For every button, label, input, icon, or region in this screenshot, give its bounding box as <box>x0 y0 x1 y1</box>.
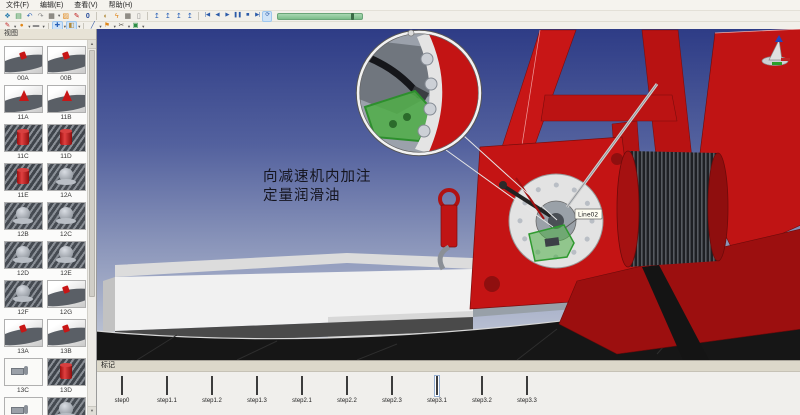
part-label-text: Line02 <box>578 212 598 219</box>
magnifier-handle-knob <box>408 30 414 36</box>
step-thumb-step1-2[interactable]: step1.2 <box>193 375 231 405</box>
view-thumb-11D[interactable]: 11D <box>45 124 87 158</box>
export-3-icon[interactable]: ↥ <box>174 12 183 21</box>
view-thumb-13D[interactable]: 13D <box>45 358 87 392</box>
viewport-3d[interactable]: 向减速机内加注 定量润滑油 <box>97 29 800 360</box>
view-thumb-00A[interactable]: 00A <box>2 46 44 80</box>
annotate-icon[interactable]: ✎ <box>72 12 81 21</box>
doc-icon[interactable]: ▯ <box>134 12 143 21</box>
main-area: 视图 00A 00B 11A 11B 11C 11D 11E 12A 12B 1… <box>0 29 800 415</box>
view-thumb-13A[interactable]: 13A <box>2 319 44 353</box>
magnifier-callout[interactable] <box>356 30 481 156</box>
annotation-line-2: 定量润滑油 <box>263 187 341 204</box>
toolbar-separator <box>96 12 97 20</box>
toolbar-standard: ❖ ▤ ↶ ↷ ▦ ▾ ▨ ✎ 0 ◐ ϟ ▦ ▯ ↥ ↥ ↥ ↥ |◀ ◀ ▶… <box>0 11 800 22</box>
redo-icon[interactable]: ↷ <box>36 12 45 21</box>
view-thumb-00B[interactable]: 00B <box>45 46 87 80</box>
bolt-icon[interactable]: ϟ <box>112 12 121 21</box>
step-thumb-step1-3[interactable]: step1.3 <box>238 375 276 405</box>
undo-icon[interactable]: ↶ <box>25 12 34 21</box>
step-back-icon[interactable]: ◀ <box>213 12 221 21</box>
annotation-line-1: 向减速机内加注 <box>263 168 372 185</box>
pause-icon[interactable]: ❚❚ <box>233 12 241 21</box>
export-1-icon[interactable]: ↥ <box>152 12 161 21</box>
step-thumb-step2-3[interactable]: step2.3 <box>373 375 411 405</box>
view-thumb-11E[interactable]: 11E <box>2 163 44 197</box>
last-frame-icon[interactable]: ▶| <box>253 12 261 21</box>
zero-icon[interactable]: 0 <box>83 12 92 21</box>
slider-thumb[interactable] <box>351 13 354 20</box>
compass-x-axis <box>781 58 790 61</box>
animation-progress-slider[interactable] <box>277 13 363 20</box>
scroll-down-icon[interactable]: ▼ <box>88 406 96 415</box>
view-thumb-11A[interactable]: 11A <box>2 85 44 119</box>
step-thumb-step2-2[interactable]: step2.2 <box>328 375 366 405</box>
step-thumb-step0[interactable]: step0 <box>103 375 141 405</box>
menu-view[interactable]: 查看(V) <box>73 0 98 10</box>
grid-icon[interactable]: ▦ <box>123 12 132 21</box>
view-thumb-12D[interactable]: 12D <box>2 241 44 275</box>
first-frame-icon[interactable]: |◀ <box>203 12 211 21</box>
composer-app-window: 文件(F) 编辑(E) 查看(V) 帮助(H) ❖ ▤ ↶ ↷ ▦ ▾ ▨ ✎ … <box>0 0 800 415</box>
view-thumb-13C[interactable]: 13C <box>2 358 44 392</box>
menu-file[interactable]: 文件(F) <box>5 0 30 10</box>
loop-icon[interactable]: ⟳ <box>263 12 271 21</box>
step-thumb-step2-1[interactable]: step2.1 <box>283 375 321 405</box>
scrollbar-thumb[interactable] <box>89 50 95 297</box>
view-mode-icon[interactable]: ▦ <box>47 12 56 21</box>
view-thumb-11C[interactable]: 11C <box>2 124 44 158</box>
menu-help[interactable]: 帮助(H) <box>108 0 134 10</box>
toolbar-separator <box>198 12 199 20</box>
export-2-icon[interactable]: ↥ <box>163 12 172 21</box>
chevron-down-icon: ▾ <box>58 13 60 19</box>
views-scrollbar[interactable]: ▲ ▼ <box>87 40 96 415</box>
snapshot-icon[interactable]: ▤ <box>14 12 23 21</box>
compass-y-axis <box>772 62 782 65</box>
view-thumb-12E[interactable]: 12E <box>45 241 87 275</box>
view-thumb-12C[interactable]: 12C <box>45 202 87 236</box>
view-thumb-12G[interactable]: 12G <box>45 280 87 314</box>
step-thumb-step1-1[interactable]: step1.1 <box>148 375 186 405</box>
menu-edit[interactable]: 编辑(E) <box>39 0 64 10</box>
view-thumb-13B[interactable]: 13B <box>45 319 87 353</box>
stop-icon[interactable]: ■ <box>243 12 251 21</box>
scene-3d[interactable]: 向减速机内加注 定量润滑油 <box>97 29 800 360</box>
steps-panel-title: 标记 <box>97 361 800 372</box>
view-thumb-11B[interactable]: 11B <box>45 85 87 119</box>
views-list: 00A 00B 11A 11B 11C 11D 11E 12A 12B 12C … <box>0 40 96 415</box>
scroll-up-icon[interactable]: ▲ <box>88 40 96 49</box>
view-thumb-partial-2[interactable] <box>45 397 87 415</box>
toolbar-separator <box>147 12 148 20</box>
view-thumb-12F[interactable]: 12F <box>2 280 44 314</box>
views-panel: 视图 00A 00B 11A 11B 11C 11D 11E 12A 12B 1… <box>0 29 97 415</box>
steps-strip: step0 step1.1 step1.2 step1.3 step2.1 st… <box>97 372 800 415</box>
export-4-icon[interactable]: ↥ <box>185 12 194 21</box>
stage: 向减速机内加注 定量润滑油 <box>97 29 800 415</box>
views-panel-title: 视图 <box>0 29 96 40</box>
menu-bar: 文件(F) 编辑(E) 查看(V) 帮助(H) <box>0 0 800 11</box>
step-thumb-step3-1[interactable]: step3.1 <box>418 375 456 405</box>
profile-icon[interactable]: ◐ <box>101 12 110 21</box>
play-icon[interactable]: ▶ <box>223 12 231 21</box>
publish-icon[interactable]: ❖ <box>3 12 12 21</box>
winch-drum[interactable] <box>617 151 728 267</box>
view-thumb-12A[interactable]: 12A <box>45 163 87 197</box>
view-thumb-partial-1[interactable] <box>2 397 44 415</box>
steps-panel: 标记 step0 step1.1 step1.2 step1.3 step2.1… <box>97 360 800 415</box>
image-icon[interactable]: ▨ <box>61 12 70 21</box>
view-thumb-12B[interactable]: 12B <box>2 202 44 236</box>
step-thumb-step3-3[interactable]: step3.3 <box>508 375 546 405</box>
step-thumb-step3-2[interactable]: step3.2 <box>463 375 501 405</box>
